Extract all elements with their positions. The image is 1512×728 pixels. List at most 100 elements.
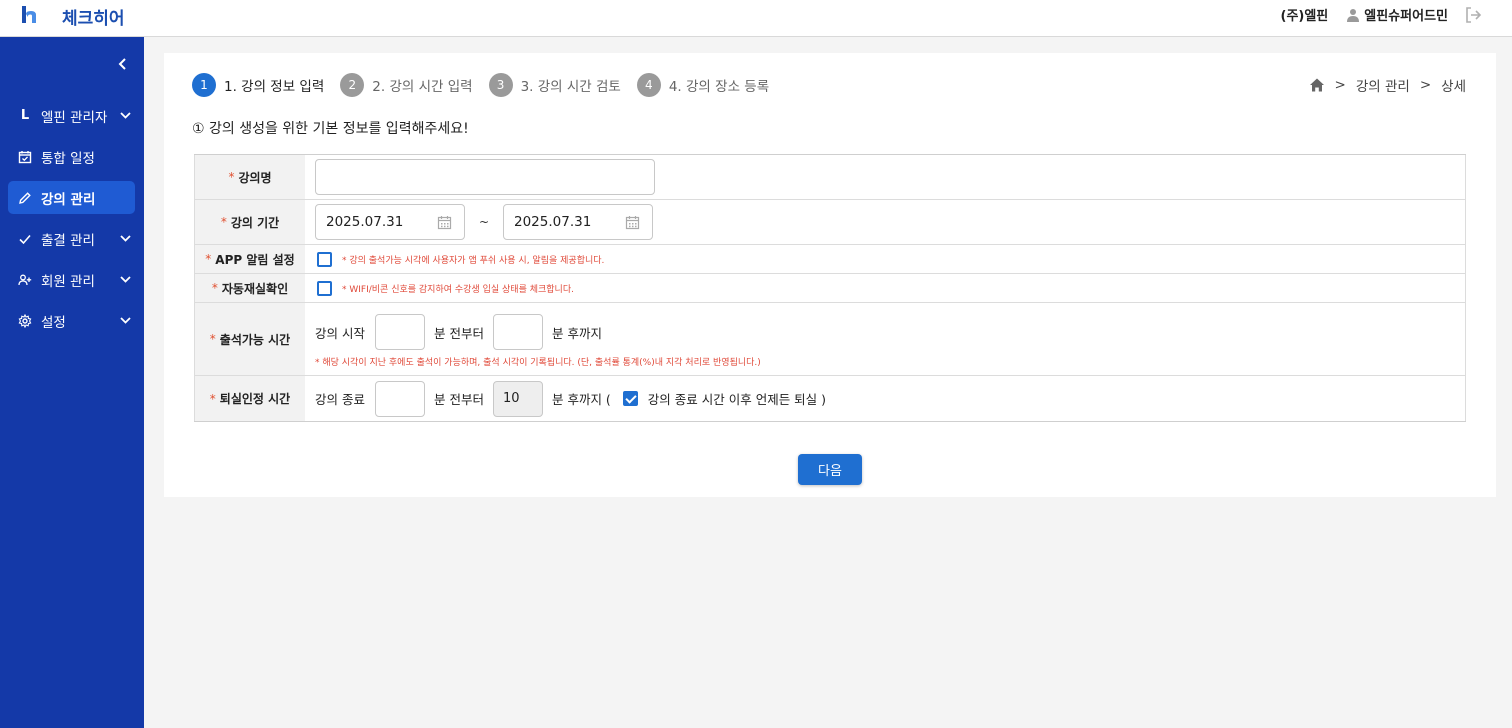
- attend-mid: 분 전부터: [433, 325, 484, 341]
- breadcrumb-course-management[interactable]: 강의 관리: [1356, 75, 1410, 95]
- attend-after-input[interactable]: [492, 314, 543, 350]
- leave-prefix: 강의 종료: [315, 392, 365, 407]
- date-range-separator: ~: [478, 215, 490, 229]
- required-mark: *: [211, 281, 218, 295]
- step-number: 1: [192, 73, 216, 97]
- attend-hint: * 해당 시각이 지난 후에도 출석이 가능하며, 출석 시각이 기록됩니다. …: [315, 358, 761, 368]
- sidebar-item-elpin-admin[interactable]: L 엘핀 관리자: [8, 99, 135, 132]
- calendar-icon[interactable]: [625, 215, 640, 230]
- sidebar-item-schedule[interactable]: 통합 일정: [8, 140, 135, 173]
- step-label: 4. 강의 장소 등록: [668, 79, 770, 95]
- attend-prefix: 강의 시작: [315, 325, 365, 341]
- field-label: * 자동재실확인: [195, 274, 305, 302]
- attend-suffix: 분 후까지: [551, 325, 602, 341]
- breadcrumb: > 강의 관리 > 상세: [1309, 75, 1476, 95]
- sidebar-item-label: 회원 관리: [41, 273, 95, 290]
- required-mark: *: [209, 391, 216, 406]
- sidebar-menu: L 엘핀 관리자 통합 일정 강의 관리 출결 관리 회원 관리 설정: [8, 99, 135, 345]
- company-name: (주)엘핀: [1280, 9, 1329, 24]
- required-mark: *: [209, 332, 216, 346]
- leave-anytime-label: 강의 종료 시간 이후 언제든 퇴실 ): [647, 392, 827, 407]
- chevron-down-icon: [120, 317, 131, 324]
- pencil-icon: [19, 191, 31, 204]
- field-label: * 강의명: [195, 155, 305, 199]
- breadcrumb-separator: >: [1419, 77, 1432, 93]
- form-intro-text: ① 강의 생성을 위한 기본 정보를 입력해주세요!: [192, 121, 469, 137]
- home-icon[interactable]: [1309, 77, 1325, 93]
- sidebar-item-label: 통합 일정: [41, 150, 95, 167]
- leave-mid: 분 전부터: [433, 392, 484, 407]
- step-number: 3: [488, 73, 513, 97]
- form-row-attend-time: * 출석가능 시간 강의 시작 분 전부터 분 후까지 * 해당 시각이 지난 …: [194, 303, 1466, 376]
- form-row-leave-time: * 퇴실인정 시간 강의 종료 분 전부터 10 분 후까지 ( 강의 종료 시…: [194, 376, 1466, 421]
- gear-icon: [18, 313, 32, 328]
- sidebar-item-attendance[interactable]: 출결 관리: [8, 222, 135, 255]
- chevron-down-icon: [120, 276, 131, 283]
- next-button[interactable]: 다음: [798, 454, 862, 485]
- breadcrumb-detail: 상세: [1441, 79, 1466, 95]
- field-label: * 출석가능 시간: [195, 303, 305, 375]
- logout-icon[interactable]: [1464, 6, 1482, 24]
- leave-anytime-checkbox[interactable]: [622, 391, 638, 406]
- end-date-input[interactable]: 2025.07.31: [503, 204, 653, 240]
- check-icon: [19, 234, 31, 244]
- app-alarm-hint: * 강의 출석가능 시각에 사용자가 앱 푸쉬 사용 시, 알림을 제공합니다.: [342, 255, 605, 266]
- sidebar-item-label: 출결 관리: [41, 232, 95, 249]
- leave-after-input[interactable]: 10: [492, 380, 543, 417]
- step-number: 4: [636, 73, 661, 97]
- form-row-course-period: * 강의 기간 2025.07.31 ~ 2025.07.31: [194, 200, 1466, 245]
- field-label-text: APP 알림 설정: [215, 252, 295, 267]
- l-letter-icon: L: [20, 108, 30, 123]
- start-date-input[interactable]: 2025.07.31: [315, 204, 465, 240]
- step-number: 2: [340, 73, 365, 97]
- chevron-down-icon: [120, 235, 131, 242]
- end-date-value: 2025.07.31: [514, 214, 592, 230]
- field-label-text: 퇴실인정 시간: [219, 392, 291, 406]
- brand-title[interactable]: 체크히어: [62, 4, 125, 29]
- sidebar-item-label: 엘핀 관리자: [41, 109, 108, 126]
- start-date-value: 2025.07.31: [326, 214, 404, 230]
- field-label-text: 출석가능 시간: [219, 332, 291, 347]
- sidebar-item-label: 강의 관리: [41, 191, 96, 208]
- step-indicator: 1 1. 강의 정보 입력 2 2. 강의 시간 입력 3 3. 강의 시간 검…: [192, 73, 785, 97]
- step-4[interactable]: 4 4. 강의 장소 등록: [636, 73, 770, 97]
- step-3[interactable]: 3 3. 강의 시간 검토: [488, 73, 621, 97]
- username[interactable]: 엘핀슈퍼어드민: [1364, 5, 1448, 24]
- sidebar: L 엘핀 관리자 통합 일정 강의 관리 출결 관리 회원 관리 설정: [0, 37, 144, 728]
- step-label: 1. 강의 정보 입력: [224, 79, 325, 95]
- field-label-text: 자동재실확인: [221, 281, 289, 296]
- required-mark: *: [205, 252, 212, 266]
- main-card: 1 1. 강의 정보 입력 2 2. 강의 시간 입력 3 3. 강의 시간 검…: [164, 53, 1496, 497]
- collapse-sidebar-icon[interactable]: [116, 57, 130, 71]
- course-name-input[interactable]: [315, 159, 655, 195]
- leave-suffix: 분 후까지 (: [551, 392, 611, 407]
- field-label-text: 강의 기간: [230, 215, 280, 230]
- step-2[interactable]: 2 2. 강의 시간 입력: [340, 73, 473, 97]
- sidebar-item-label: 설정: [41, 314, 66, 331]
- sidebar-item-settings[interactable]: 설정: [8, 304, 135, 337]
- breadcrumb-separator: >: [1334, 77, 1346, 93]
- app-alarm-checkbox[interactable]: [317, 251, 332, 267]
- field-label: * APP 알림 설정: [195, 245, 305, 273]
- user-icon: [1347, 8, 1360, 22]
- logo-icon[interactable]: [20, 5, 42, 25]
- required-mark: *: [228, 170, 235, 184]
- auto-check-hint: * WIFI/비콘 신호를 감지하여 수강생 입실 상태를 체크합니다.: [342, 284, 574, 295]
- attend-before-input[interactable]: [374, 314, 425, 350]
- auto-check-checkbox[interactable]: [317, 280, 332, 296]
- sidebar-item-course-management[interactable]: 강의 관리: [8, 181, 135, 214]
- form-row-auto-check: * 자동재실확인 * WIFI/비콘 신호를 감지하여 수강생 입실 상태를 체…: [194, 274, 1466, 303]
- required-mark: *: [220, 215, 227, 229]
- form-row-course-name: * 강의명: [194, 155, 1466, 200]
- field-label-text: 강의명: [238, 170, 272, 185]
- course-info-form: * 강의명 * 강의 기간 2025.07.31 ~ 2025.07.31 * …: [194, 154, 1466, 422]
- calendar-icon[interactable]: [437, 215, 452, 230]
- step-1[interactable]: 1 1. 강의 정보 입력: [192, 73, 324, 97]
- chevron-down-icon: [120, 112, 131, 119]
- calendar-check-icon: [18, 150, 32, 163]
- leave-before-input[interactable]: [374, 380, 425, 417]
- field-label: * 강의 기간: [195, 200, 305, 244]
- form-row-app-alarm: * APP 알림 설정 * 강의 출석가능 시각에 사용자가 앱 푸쉬 사용 시…: [194, 245, 1466, 274]
- sidebar-item-members[interactable]: 회원 관리: [8, 263, 135, 296]
- field-label: * 퇴실인정 시간: [195, 376, 305, 421]
